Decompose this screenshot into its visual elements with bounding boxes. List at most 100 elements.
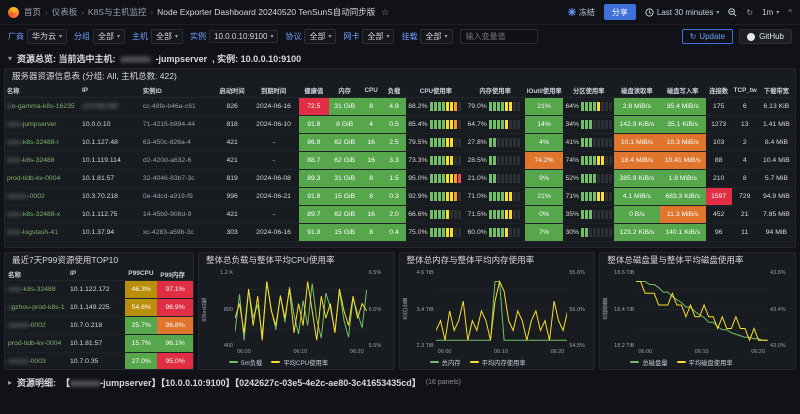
ip-link[interactable]: 10.1.149.225 — [67, 298, 125, 316]
column-header[interactable]: TCP_tw — [732, 84, 758, 97]
column-header[interactable]: 负载 — [382, 84, 406, 97]
host-name-link[interactable]: xxxx-jumpserver — [5, 115, 80, 133]
host-name-link[interactable]: prod-tidb-kv-0004 — [5, 169, 80, 187]
column-header[interactable]: 分区使用率 — [563, 84, 614, 97]
host-name-link[interactable]: xxxx-k8s-32488 — [5, 151, 80, 169]
detail-row-header[interactable]: ▸ 资源明细: 【xxxxxx-jumpserver】【10.0.0.10:91… — [8, 376, 792, 389]
ip-link[interactable]: 10.1.122.172 — [67, 280, 125, 298]
ip-link[interactable]: 10.3.70.218 — [80, 187, 141, 205]
ip-link[interactable]: 10.1.119.114 — [80, 151, 141, 169]
variable-dropdown[interactable]: 实例10.0.0.10:9100▾ — [190, 30, 278, 43]
row-overview-header[interactable]: ▾ 资源总览: 当前选中主机: xxxxxx-jumpserver, 实例: 1… — [0, 48, 800, 68]
column-header[interactable]: IOutil使用率 — [525, 84, 564, 97]
star-icon[interactable]: ☆ — [381, 7, 389, 18]
column-header[interactable]: 磁盘写入率 — [660, 84, 706, 97]
ip-link[interactable]: 10.1.81.57 — [67, 334, 125, 352]
panel-title[interactable]: 最近7天P99资源使用TOP10 — [5, 253, 193, 268]
legend-item[interactable]: 平均CPU使用率 — [271, 358, 328, 367]
column-header[interactable]: CPU使用率 — [406, 84, 465, 97]
variable-search-input[interactable] — [460, 29, 538, 44]
variable-dropdown[interactable]: 厂商华为云▾ — [8, 29, 67, 44]
column-header[interactable]: 到期时间 — [248, 84, 299, 97]
ip-link[interactable]: 10.4.58.169 — [80, 97, 141, 115]
host-name-text: -k8s-32488-x — [21, 211, 61, 218]
breadcrumb-item[interactable]: 仪表板 — [52, 6, 78, 18]
host-name-link[interactable]: xxxxxx-0003 — [5, 352, 67, 370]
zoom-out-button[interactable] — [728, 8, 737, 17]
column-header[interactable]: 下载带宽 — [758, 84, 795, 97]
uptime-days-cell: 826 — [216, 97, 248, 115]
variable-value-box[interactable]: 全部▾ — [151, 29, 183, 44]
time-series-plot[interactable] — [235, 270, 367, 349]
variable-value-box[interactable]: 全部▾ — [420, 29, 452, 44]
github-button[interactable]: GitHub — [739, 29, 792, 44]
variable-value-box[interactable]: 全部▾ — [304, 29, 336, 44]
column-header[interactable]: IP — [67, 268, 125, 280]
ip-link[interactable]: 10.1.37.94 — [80, 223, 141, 241]
breadcrumb-item[interactable]: K8S与主机监控 — [88, 6, 147, 18]
panel-title[interactable]: 服务器资源信息表 (分组: All, 主机总数: 422) — [5, 69, 795, 84]
legend-item[interactable]: 总内存 — [430, 358, 461, 367]
grafana-logo[interactable] — [8, 7, 19, 18]
variable-value-box[interactable]: 全部▾ — [362, 29, 394, 44]
legend-color-swatch — [229, 361, 238, 363]
column-header[interactable]: 连接数 — [706, 84, 732, 97]
ip-link[interactable]: 10.1.81.57 — [80, 169, 141, 187]
column-header[interactable]: P99内存 — [157, 268, 193, 280]
ip-link[interactable]: 10.7.0.35 — [67, 352, 125, 370]
ip-link[interactable]: 10.7.0.218 — [67, 316, 125, 334]
variable-dropdown[interactable]: 分组全部▾ — [74, 29, 125, 44]
ip-link[interactable]: 10.0.0.10 — [80, 115, 141, 133]
panel-title[interactable]: 整体总磁盘量与整体平均磁盘使用率 — [600, 253, 795, 268]
breadcrumb-item[interactable]: Node Exporter Dashboard 20240520 TenSunS… — [157, 6, 375, 18]
column-header[interactable]: 健康值 — [299, 84, 329, 97]
ip-link[interactable]: 10.1.112.75 — [80, 205, 141, 223]
variable-value-box[interactable]: 全部▾ — [93, 29, 125, 44]
host-name-link[interactable]: xxxx-k8s-32488-x — [5, 205, 80, 223]
variable-dropdown[interactable]: 协议全部▾ — [285, 29, 336, 44]
column-header[interactable]: 实例ID — [141, 84, 216, 97]
host-name-link[interactable]: prod-tidb-kv-0004 — [5, 334, 67, 352]
legend-item[interactable]: 5m负载 — [229, 358, 262, 367]
host-name-link[interactable]: xxxxxx-0002 — [5, 187, 80, 205]
column-header[interactable]: 磁盘读取率 — [614, 84, 660, 97]
column-header[interactable]: 内存使用率 — [466, 84, 525, 97]
host-name-link[interactable]: ixo-gamma-k8s-16235 — [5, 97, 80, 115]
load-cell: 1.5 — [382, 169, 406, 187]
legend-item[interactable]: 平均内存使用率 — [470, 358, 526, 367]
host-name-link[interactable]: xxxx-k8s-32488 — [5, 280, 67, 298]
time-series-plot[interactable] — [436, 270, 568, 349]
column-header[interactable]: CPU — [360, 84, 381, 97]
breadcrumb-item[interactable]: 首页 — [24, 6, 41, 18]
refresh-button[interactable]: ↻ — [746, 8, 753, 17]
column-header[interactable]: 名称 — [5, 268, 67, 280]
column-header[interactable]: 名称 — [5, 84, 80, 97]
download-bw-cell: 1.41 MiB — [758, 115, 795, 133]
refresh-interval-dropdown[interactable]: 1m ▾ — [762, 8, 779, 17]
panel-title[interactable]: 整体总内存与整体平均内存使用率 — [400, 253, 595, 268]
share-button[interactable]: 分享 — [604, 4, 636, 20]
variable-dropdown[interactable]: 挂载全部▾ — [401, 29, 452, 44]
variable-value-box[interactable]: 10.0.0.10:9100▾ — [209, 30, 278, 43]
variable-dropdown[interactable]: 网卡全部▾ — [343, 29, 394, 44]
variable-dropdown[interactable]: 主机全部▾ — [132, 29, 183, 44]
column-header[interactable]: P99CPU — [125, 268, 157, 280]
update-button[interactable]: ↻ Update — [682, 29, 734, 44]
column-header[interactable]: IP — [80, 84, 141, 97]
host-name-link[interactable]: xxxxxx-0002 — [5, 316, 67, 334]
collapse-topbar-button[interactable]: ^ — [788, 8, 792, 17]
ip-link[interactable]: 10.1.127.48 — [80, 133, 141, 151]
column-header[interactable]: 内存 — [329, 84, 361, 97]
host-name-link[interactable]: xxxx-logstash-41 — [5, 223, 80, 241]
host-name-link[interactable]: xxxx-k8s-32488-r — [5, 133, 80, 151]
variable-value-box[interactable]: 华为云▾ — [27, 29, 67, 44]
gauge-segment — [513, 156, 516, 165]
legend-item[interactable]: 总磁盘量 — [630, 358, 667, 367]
column-header[interactable]: 启动时间 — [216, 84, 248, 97]
panel-title[interactable]: 整体总负载与整体平均CPU使用率 — [199, 253, 394, 268]
legend-item[interactable]: 平均磁盘使用率 — [677, 358, 733, 367]
time-range-picker[interactable]: Last 30 minutes ▾ — [645, 8, 720, 17]
freeze-button[interactable]: 冻结 — [568, 7, 595, 18]
host-name-link[interactable]: xgzhou-prod-k8s-1 — [5, 298, 67, 316]
time-series-plot[interactable] — [636, 270, 768, 349]
